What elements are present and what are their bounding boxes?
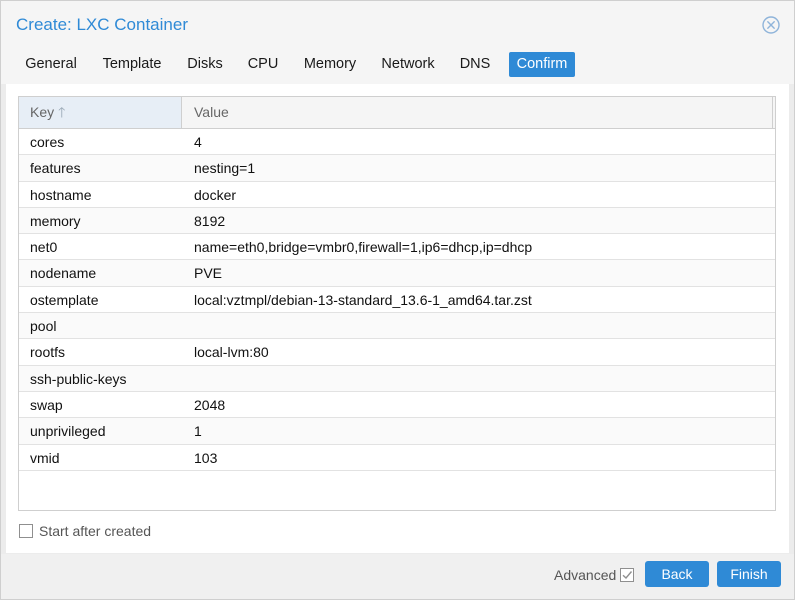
table-row[interactable]: net0 name=eth0,bridge=vmbr0,firewall=1,ip… bbox=[19, 234, 775, 261]
start-after-created-label: Start after created bbox=[39, 523, 152, 539]
row-value: name=eth0,bridge=vmbr0,firewall=1,ip6=dh… bbox=[194, 239, 533, 256]
table-row[interactable]: features nesting=1 bbox=[19, 155, 775, 182]
sort-ascending-icon: 🡑 bbox=[58, 104, 66, 120]
tab-disks[interactable]: Disks bbox=[179, 52, 231, 77]
row-key: net0 bbox=[30, 239, 58, 256]
checkbox-box[interactable] bbox=[19, 524, 33, 538]
dialog-title: Create: LXC Container bbox=[16, 15, 188, 34]
row-value: 2048 bbox=[194, 396, 226, 413]
row-value: nesting=1 bbox=[194, 160, 256, 177]
row-key: unprivileged bbox=[30, 423, 106, 440]
close-icon[interactable] bbox=[762, 16, 780, 34]
start-after-created-checkbox[interactable]: Start after created bbox=[19, 522, 151, 540]
summary-grid: Key 🡑 Value cores 4 features nesting=1 host… bbox=[18, 96, 776, 511]
row-value: docker bbox=[194, 186, 237, 203]
table-row[interactable]: pool bbox=[19, 313, 775, 340]
table-row[interactable]: unprivileged 1 bbox=[19, 418, 775, 445]
advanced-label: Advanced bbox=[554, 567, 617, 583]
tab-template[interactable]: Template bbox=[95, 52, 169, 77]
tab-general[interactable]: General bbox=[14, 52, 88, 77]
row-value: PVE bbox=[194, 265, 223, 282]
tab-confirm[interactable]: Confirm bbox=[509, 52, 575, 77]
row-key: cores bbox=[30, 134, 65, 150]
table-row[interactable]: nodename PVE bbox=[19, 260, 775, 287]
grid-header: Key 🡑 Value bbox=[19, 97, 775, 129]
table-row[interactable]: ostemplate local:vztmpl/debian-13-standar… bbox=[19, 287, 775, 314]
tab-cpu[interactable]: CPU bbox=[239, 52, 287, 77]
row-value: local-lvm:80 bbox=[194, 344, 269, 361]
row-key: ssh-public-keys bbox=[30, 370, 127, 387]
finish-button[interactable]: Finish bbox=[717, 561, 781, 587]
checkbox-checked-icon[interactable] bbox=[620, 568, 635, 582]
table-row[interactable]: hostname docker bbox=[19, 182, 775, 208]
back-button[interactable]: Back bbox=[645, 561, 709, 587]
row-value: local:vztmpl/debian-13-standard_13.6-1_a… bbox=[194, 291, 532, 308]
wizard-tabs: General Template Disks CPU Memory Networ… bbox=[1, 47, 794, 84]
row-key: nodename bbox=[30, 265, 97, 282]
dialog-titlebar: Create: LXC Container bbox=[1, 1, 794, 47]
table-row[interactable]: rootfs local-lvm:80 bbox=[19, 339, 775, 366]
row-value: 4 bbox=[194, 134, 202, 150]
table-row[interactable]: cores 4 bbox=[19, 129, 775, 156]
row-key: rootfs bbox=[30, 344, 66, 361]
column-header-value[interactable]: Value bbox=[183, 97, 773, 128]
dialog-footer: Advanced Back Finish bbox=[1, 554, 794, 599]
row-key: features bbox=[30, 160, 81, 177]
table-row[interactable]: memory 8192 bbox=[19, 207, 775, 235]
row-value: 1 bbox=[194, 423, 202, 440]
row-key: swap bbox=[30, 396, 63, 413]
tab-dns[interactable]: DNS bbox=[453, 52, 497, 77]
advanced-toggle[interactable]: Advanced bbox=[554, 567, 635, 583]
row-value: 8192 bbox=[194, 212, 226, 229]
table-row[interactable]: swap 2048 bbox=[19, 392, 775, 419]
tab-memory[interactable]: Memory bbox=[297, 52, 363, 77]
confirm-panel: Key 🡑 Value cores 4 features nesting=1 host… bbox=[6, 84, 789, 553]
row-key: ostemplate bbox=[30, 291, 99, 308]
row-key: hostname bbox=[30, 186, 92, 203]
table-row[interactable]: ssh-public-keys bbox=[19, 365, 775, 392]
column-header-key[interactable]: Key 🡑 bbox=[19, 97, 182, 128]
row-value: 103 bbox=[194, 449, 218, 466]
row-key: pool bbox=[30, 318, 57, 335]
grid-rows: cores 4 features nesting=1 hostname docker … bbox=[19, 129, 775, 471]
row-key: vmid bbox=[30, 449, 60, 466]
tab-network[interactable]: Network bbox=[373, 52, 443, 77]
create-lxc-dialog: Create: LXC Container General Template D… bbox=[0, 0, 795, 600]
row-key: memory bbox=[30, 212, 81, 229]
table-row[interactable]: vmid 103 bbox=[19, 445, 775, 471]
